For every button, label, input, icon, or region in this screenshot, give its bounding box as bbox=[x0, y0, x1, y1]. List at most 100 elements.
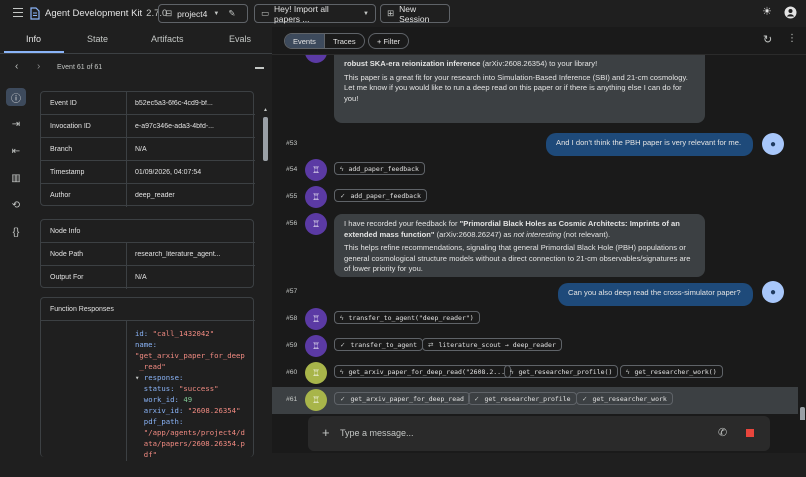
check-icon: ✓ bbox=[340, 342, 346, 349]
traces-toggle[interactable]: Traces bbox=[323, 34, 364, 48]
chat-scroll-thumb[interactable] bbox=[800, 407, 805, 420]
left-panel: Info State Artifacts Evals ‹ › Event 61 … bbox=[0, 27, 272, 461]
transfer-chip[interactable]: ⇄ literature_scout → deep_reader bbox=[422, 338, 562, 351]
chevron-right-icon[interactable]: › bbox=[37, 61, 40, 72]
function-response-chip[interactable]: ✓ get_researcher_profile bbox=[468, 392, 577, 405]
detail-row: Branch N/A bbox=[41, 138, 255, 161]
stop-icon[interactable] bbox=[746, 429, 754, 437]
event-number: #58 bbox=[286, 315, 298, 322]
function-call-chip[interactable]: ϟ add_paper_feedback bbox=[334, 162, 425, 175]
tab-evals[interactable]: Evals bbox=[229, 34, 251, 44]
event-number: #59 bbox=[286, 342, 298, 349]
node-info: Node Info Node Path research_literature_a… bbox=[40, 219, 255, 289]
collapse-icon[interactable] bbox=[255, 67, 264, 69]
side-nav: ⓘ ⇥ ⇤ ▥ ⟲ {} bbox=[0, 82, 34, 453]
phone-icon[interactable]: ✆ bbox=[718, 426, 727, 439]
tab-info[interactable]: Info bbox=[26, 34, 41, 44]
check-icon: ✓ bbox=[340, 193, 346, 200]
chevron-left-icon[interactable]: ‹ bbox=[15, 61, 18, 72]
function-call-chip[interactable]: ϟ get_researcher_work() bbox=[620, 365, 723, 378]
tab-state[interactable]: State bbox=[87, 34, 108, 44]
column-divider bbox=[126, 321, 127, 461]
function-call-chip[interactable]: ϟ get_researcher_profile() bbox=[504, 365, 619, 378]
app-select[interactable]: ⊟ project4 ▼ ✎ bbox=[158, 4, 248, 23]
scroll-up-icon[interactable]: ▲ bbox=[263, 107, 268, 113]
agent-avatar: ♖ bbox=[305, 362, 327, 384]
detail-row: Node Path research_literature_agent... bbox=[41, 243, 255, 266]
user-message: Can you also deep read the cross-simulat… bbox=[558, 283, 753, 306]
agent-avatar: ♖ bbox=[305, 335, 327, 357]
code-icon[interactable]: {} bbox=[6, 223, 26, 241]
menu-icon[interactable] bbox=[13, 8, 23, 18]
expand-arrow-icon[interactable]: ▾ bbox=[135, 373, 139, 382]
events-toolbar: Events Traces + Filter ↻ ⋮ bbox=[272, 27, 806, 55]
detail-row: Author deep_reader bbox=[41, 184, 255, 207]
event-number: #60 bbox=[286, 369, 298, 376]
chevron-down-icon: ▼ bbox=[213, 10, 220, 17]
info-icon[interactable]: ⓘ bbox=[6, 88, 26, 106]
detail-row: Event ID b52ec5a3-6f6c-4cd9-bf... bbox=[41, 92, 255, 115]
function-call-chip[interactable]: ϟ get_arxiv_paper_for_deep_read("2608.2..… bbox=[334, 365, 511, 378]
bolt-icon: ϟ bbox=[340, 315, 344, 322]
adk-logo-icon bbox=[30, 7, 40, 20]
event-navigator: ‹ › Event 61 of 61 bbox=[0, 54, 272, 82]
chevron-down-icon: ▼ bbox=[363, 10, 369, 17]
agent-avatar: ♖ bbox=[305, 159, 327, 181]
left-scrollbar[interactable]: ▲ bbox=[263, 107, 268, 477]
theme-toggle-icon[interactable]: ☀ bbox=[762, 5, 772, 18]
function-response-chip[interactable]: ✓ transfer_to_agent bbox=[334, 338, 423, 351]
agent-avatar: ♖ bbox=[305, 213, 327, 235]
event-number: #55 bbox=[286, 193, 298, 200]
function-response-chip[interactable]: ✓ add_paper_feedback bbox=[334, 189, 427, 202]
chat-icon: ▭ bbox=[261, 8, 270, 18]
event-number: #57 bbox=[286, 288, 298, 295]
view-toggle: Events Traces bbox=[284, 33, 365, 49]
agent-avatar: ♖ bbox=[305, 55, 327, 63]
flow-icon[interactable]: ⟲ bbox=[6, 196, 26, 214]
response-json: id: "call_1432042" name: "get_arxiv_pape… bbox=[135, 329, 245, 459]
top-bar: Agent Development Kit 2.7.0 ⊟ project4 ▼ ✎ ▭… bbox=[0, 0, 806, 27]
input-icon[interactable]: ⇥ bbox=[6, 115, 26, 133]
message-input[interactable]: Type a message... bbox=[340, 428, 414, 438]
scroll-thumb[interactable] bbox=[263, 117, 268, 161]
session-select[interactable]: ▭ Hey! Import all papers ... ▼ bbox=[254, 4, 376, 24]
user-avatar: ● bbox=[762, 133, 784, 155]
robot-icon: ⊟ bbox=[165, 8, 173, 18]
edit-icon[interactable]: ✎ bbox=[228, 8, 235, 19]
tab-artifacts[interactable]: Artifacts bbox=[151, 34, 184, 44]
events-toggle[interactable]: Events bbox=[285, 34, 324, 48]
more-vert-icon[interactable]: ⋮ bbox=[787, 33, 797, 44]
check-icon: ✓ bbox=[340, 396, 346, 403]
section-header: Node Info bbox=[41, 220, 255, 243]
account-icon[interactable] bbox=[784, 6, 797, 19]
app-title: Agent Development Kit 2.7.0 bbox=[45, 8, 168, 19]
detail-row: Invocation ID e-a97c346e-ada3-4bfd-... bbox=[41, 115, 255, 138]
filter-button[interactable]: + Filter bbox=[368, 33, 410, 49]
agent-message: I have recorded your feedback for "Primo… bbox=[334, 214, 705, 277]
agent-avatar: ♖ bbox=[305, 389, 327, 411]
function-call-chip[interactable]: ϟ transfer_to_agent("deep_reader") bbox=[334, 311, 480, 324]
function-response-chip[interactable]: ✓ get_researcher_work bbox=[576, 392, 673, 405]
bolt-icon: ϟ bbox=[340, 369, 344, 376]
section-header: Function Responses bbox=[41, 298, 255, 321]
event-number: #53 bbox=[286, 140, 298, 147]
refresh-icon[interactable]: ↻ bbox=[763, 33, 772, 46]
chart-icon[interactable]: ▥ bbox=[6, 169, 26, 187]
check-icon: ✓ bbox=[474, 396, 480, 403]
event-counter: Event 61 of 61 bbox=[57, 64, 103, 71]
chat-panel: Events Traces + Filter ↻ ⋮ ♖ robust SKA-… bbox=[272, 27, 806, 453]
agent-avatar: ♖ bbox=[305, 186, 327, 208]
active-tab-indicator bbox=[4, 51, 64, 53]
event-number: #56 bbox=[286, 220, 298, 227]
output-icon[interactable]: ⇤ bbox=[6, 142, 26, 160]
event-number: #61 bbox=[286, 396, 298, 403]
tab-bar: Info State Artifacts Evals bbox=[0, 27, 272, 54]
add-icon[interactable]: + bbox=[322, 425, 330, 440]
message-input-bar: + Type a message... ✆ bbox=[308, 416, 770, 451]
new-session-icon: ⊞ bbox=[387, 8, 395, 18]
new-session-button[interactable]: ⊞ New Session bbox=[380, 4, 450, 24]
bolt-icon: ϟ bbox=[626, 369, 630, 376]
function-response-chip[interactable]: ✓ get_arxiv_paper_for_deep_read bbox=[334, 392, 470, 405]
event-details: Event ID b52ec5a3-6f6c-4cd9-bf... Invocat… bbox=[40, 91, 255, 207]
detail-row: Output For N/A bbox=[41, 266, 255, 289]
